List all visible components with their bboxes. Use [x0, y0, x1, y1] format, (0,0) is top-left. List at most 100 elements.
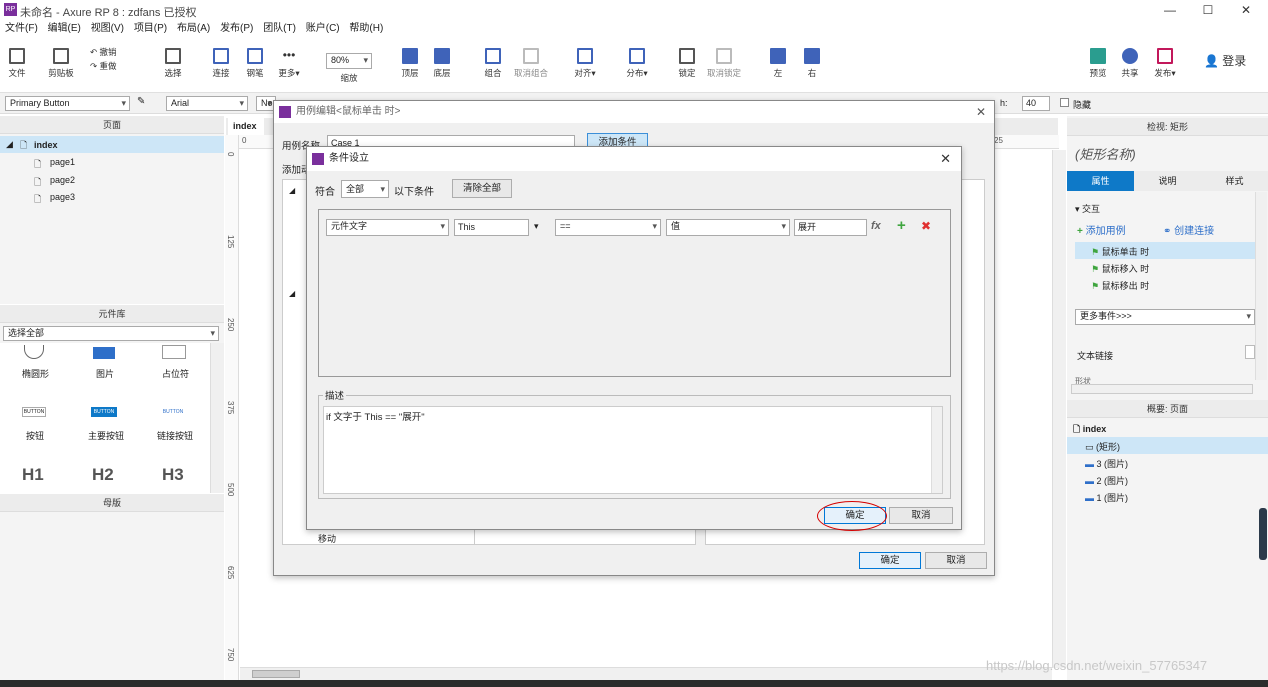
style-select[interactable]: Primary Button: [5, 96, 130, 111]
connect-button[interactable]: 连接: [208, 48, 234, 79]
preview-button[interactable]: 预览: [1086, 48, 1110, 79]
clear-all-button[interactable]: 清除全部: [452, 179, 512, 198]
menu-team[interactable]: 团队(T): [263, 20, 296, 38]
library-item-ellipse[interactable]: 椭圆形: [22, 367, 49, 380]
publish-button[interactable]: 发布▾: [1150, 48, 1180, 79]
tab-properties[interactable]: 属性: [1067, 171, 1134, 191]
menu-project[interactable]: 项目(P): [134, 20, 167, 38]
right-button[interactable]: 右: [802, 48, 822, 79]
library-item-h2[interactable]: H2: [92, 465, 114, 485]
page-item-page1[interactable]: page1: [50, 157, 75, 167]
bring-top-button[interactable]: 顶层: [398, 48, 422, 79]
action-move[interactable]: 移动: [318, 532, 336, 545]
canvas-hscrollbar[interactable]: [240, 667, 1052, 680]
library-scrollbar[interactable]: [210, 343, 224, 493]
tab-notes[interactable]: 说明: [1134, 171, 1201, 191]
condition-value-input[interactable]: 展开: [794, 219, 867, 236]
interaction-section[interactable]: ▾ 交互: [1075, 202, 1100, 215]
library-item-image[interactable]: 图片: [96, 367, 114, 380]
more-events-select[interactable]: 更多事件>>>: [1075, 309, 1255, 325]
menu-help[interactable]: 帮助(H): [349, 20, 383, 38]
expand-icon[interactable]: ◢: [6, 139, 13, 150]
more-button[interactable]: ••• 更多▾: [274, 48, 304, 79]
shape-name-input[interactable]: (矩形名称): [1075, 144, 1136, 163]
library-item-link-button[interactable]: 链接按钮: [157, 429, 193, 442]
unlock-button[interactable]: 取消锁定: [704, 48, 744, 79]
event-click[interactable]: ⚑ 鼠标单击 时: [1091, 245, 1149, 258]
add-case-link[interactable]: + 添加用例: [1077, 222, 1126, 237]
height-input[interactable]: 40: [1022, 96, 1050, 111]
canvas-tab-index[interactable]: index: [228, 118, 264, 135]
close-icon[interactable]: ✕: [976, 101, 986, 123]
align-button[interactable]: 对齐▾: [570, 48, 600, 79]
menu-layout[interactable]: 布局(A): [177, 20, 210, 38]
undo-button[interactable]: ↶ 撤销: [90, 46, 128, 58]
link-button-preview[interactable]: BUTTON: [160, 407, 186, 417]
library-item-primary-button[interactable]: 主要按钮: [88, 429, 124, 442]
add-condition-row-button[interactable]: +: [897, 217, 906, 234]
style-edit-icon[interactable]: ✎: [137, 96, 145, 107]
pen-button[interactable]: 钢笔: [242, 48, 268, 79]
library-item-placeholder[interactable]: 占位符: [162, 367, 189, 380]
canvas-vscrollbar[interactable]: [1052, 150, 1066, 668]
ellipse-icon[interactable]: [24, 345, 44, 359]
text-link-toggle[interactable]: [1245, 345, 1255, 359]
outline-item-rect[interactable]: ▭ (矩形): [1085, 440, 1120, 453]
remove-condition-row-button[interactable]: ✖: [921, 219, 931, 233]
menu-view[interactable]: 视图(V): [91, 20, 124, 38]
login-button[interactable]: 👤 登录: [1204, 52, 1254, 69]
redo-button[interactable]: ↷ 重做: [90, 60, 128, 72]
tree-expand-icon[interactable]: ◢: [289, 186, 295, 195]
library-filter-select[interactable]: 选择全部: [3, 326, 219, 341]
condition-target-input[interactable]: This: [454, 219, 529, 236]
description-scrollbar[interactable]: [931, 407, 942, 493]
outline-item-image3[interactable]: ▬ 3 (图片): [1085, 457, 1128, 470]
match-select[interactable]: 全部: [341, 180, 389, 198]
condition-cancel-button[interactable]: 取消: [889, 507, 953, 524]
group-button[interactable]: 组合: [480, 48, 506, 79]
minimize-button[interactable]: —: [1158, 2, 1182, 18]
tab-style[interactable]: 样式: [1201, 171, 1268, 191]
condition-operator-select[interactable]: ==: [555, 219, 661, 236]
menu-file[interactable]: 文件(F): [5, 20, 38, 38]
left-button[interactable]: 左: [768, 48, 788, 79]
side-widget[interactable]: [1259, 508, 1267, 560]
distribute-button[interactable]: 分布▾: [622, 48, 652, 79]
font-select[interactable]: Arial: [166, 96, 248, 111]
hidden-checkbox[interactable]: [1060, 98, 1069, 107]
tree-expand-icon[interactable]: ◢: [289, 289, 295, 298]
maximize-button[interactable]: ☐: [1196, 2, 1220, 18]
lock-button[interactable]: 锁定: [674, 48, 700, 79]
menu-edit[interactable]: 编辑(E): [48, 20, 81, 38]
outline-item-image2[interactable]: ▬ 2 (图片): [1085, 474, 1128, 487]
event-mouse-enter[interactable]: ⚑ 鼠标移入 时: [1091, 262, 1149, 275]
close-icon[interactable]: ✕: [940, 147, 951, 171]
case-cancel-button[interactable]: 取消: [925, 552, 987, 569]
send-bottom-button[interactable]: 底层: [430, 48, 454, 79]
primary-button-preview[interactable]: BUTTON: [91, 407, 117, 417]
fx-button[interactable]: fx: [871, 220, 881, 232]
inspector-vscrollbar[interactable]: [1255, 192, 1267, 380]
condition-field-select[interactable]: 元件文字: [326, 219, 449, 236]
library-item-h3[interactable]: H3: [162, 465, 184, 485]
ungroup-button[interactable]: 取消组合: [511, 48, 551, 79]
library-item-h1[interactable]: H1: [22, 465, 44, 485]
outline-item-image1[interactable]: ▬ 1 (图片): [1085, 491, 1128, 504]
inspector-hscrollbar[interactable]: [1071, 384, 1253, 394]
image-icon[interactable]: [93, 347, 115, 359]
zoom-select[interactable]: 80%: [326, 53, 372, 69]
condition-valuetype-select[interactable]: 值: [666, 219, 790, 236]
page-item-page2[interactable]: page2: [50, 175, 75, 185]
clipboard-button[interactable]: 剪贴板: [46, 48, 76, 79]
event-mouse-leave[interactable]: ⚑ 鼠标移出 时: [1091, 279, 1149, 292]
placeholder-icon[interactable]: [162, 345, 186, 359]
create-link[interactable]: ⚭ 创建连接: [1163, 222, 1214, 237]
page-item-page3[interactable]: page3: [50, 192, 75, 202]
case-ok-button[interactable]: 确定: [859, 552, 921, 569]
library-item-button[interactable]: 按钮: [26, 429, 44, 442]
close-button[interactable]: ✕: [1234, 2, 1258, 18]
hscroll-thumb[interactable]: [252, 670, 300, 678]
outline-root[interactable]: 🗋 index: [1073, 422, 1106, 438]
button-preview[interactable]: BUTTON: [22, 407, 46, 417]
description-textarea[interactable]: if 文字于 This == "展开": [323, 406, 943, 494]
